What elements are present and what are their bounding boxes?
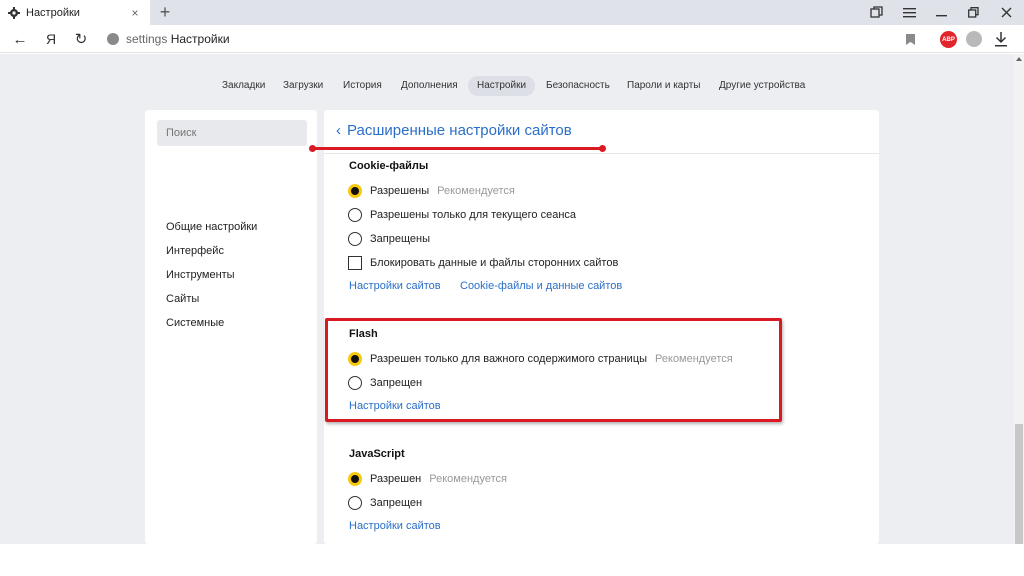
sidebar-item-interface[interactable]: Интерфейс	[166, 245, 224, 257]
nav-other-devices[interactable]: Другие устройства	[719, 76, 805, 96]
globe-icon[interactable]	[966, 31, 982, 47]
divider	[324, 153, 879, 154]
minimize-icon[interactable]	[925, 0, 957, 25]
annotation-dot	[599, 145, 606, 152]
page-title[interactable]: ‹ Расширенные настройки сайтов	[336, 122, 572, 139]
nav-addons[interactable]: Дополнения	[401, 76, 458, 96]
annotation-underline	[309, 145, 606, 152]
cookies-option-allowed[interactable]: Разрешены Рекомендуется	[348, 183, 515, 199]
restore-icon[interactable]	[957, 0, 989, 25]
nav-history[interactable]: История	[343, 76, 382, 96]
reload-button[interactable]: ↻	[70, 25, 92, 53]
option-label: Разрешен	[370, 473, 422, 485]
site-icon	[107, 33, 119, 45]
gear-icon	[7, 6, 20, 19]
annotation-dot	[309, 145, 316, 152]
menu-icon[interactable]	[893, 0, 925, 25]
adblock-plus-icon[interactable]: ABP	[940, 31, 957, 48]
javascript-option-allowed[interactable]: Разрешен Рекомендуется	[348, 471, 507, 487]
javascript-site-settings-link[interactable]: Настройки сайтов	[349, 520, 441, 532]
url-field[interactable]: settings Настройки	[126, 25, 230, 53]
radio-unchecked[interactable]	[348, 208, 362, 222]
tabs-overview-icon[interactable]	[860, 0, 892, 25]
option-label: Разрешены только для текущего сеанса	[370, 209, 577, 221]
cookies-site-settings-link[interactable]: Настройки сайтов	[349, 280, 441, 292]
scroll-thumb[interactable]	[1015, 424, 1023, 544]
nav-security[interactable]: Безопасность	[546, 76, 610, 96]
back-chevron-icon[interactable]: ‹	[336, 122, 341, 139]
tab-title: Настройки	[26, 6, 80, 19]
settings-sidebar: Общие настройки Интерфейс Инструменты Са…	[145, 110, 317, 544]
nav-downloads[interactable]: Загрузки	[283, 76, 323, 96]
address-bar: ← Я ↻ settings Настройки ABP	[0, 25, 1024, 53]
nav-bookmarks[interactable]: Закладки	[222, 76, 265, 96]
nav-passwords[interactable]: Пароли и карты	[627, 76, 700, 96]
sidebar-item-tools[interactable]: Инструменты	[166, 269, 235, 281]
settings-top-nav: Закладки Загрузки История Дополнения Нас…	[0, 74, 1014, 98]
bookmark-icon[interactable]	[906, 34, 915, 45]
option-label: Разрешены	[370, 185, 430, 197]
javascript-option-blocked[interactable]: Запрещен	[348, 495, 422, 511]
page-title-text: Расширенные настройки сайтов	[347, 122, 572, 139]
tab-strip: Настройки × +	[0, 0, 1024, 25]
vertical-scrollbar[interactable]	[1014, 54, 1024, 544]
nav-settings[interactable]: Настройки	[468, 76, 536, 96]
yandex-home-button[interactable]: Я	[40, 25, 62, 53]
search-input[interactable]	[157, 120, 307, 146]
new-tab-button[interactable]: +	[156, 2, 174, 22]
sidebar-item-general[interactable]: Общие настройки	[166, 221, 257, 233]
settings-page: Закладки Загрузки История Дополнения Нас…	[0, 54, 1014, 544]
sidebar-item-system[interactable]: Системные	[166, 317, 224, 329]
close-window-icon[interactable]	[990, 0, 1022, 25]
cookies-section-title: Cookie-файлы	[349, 160, 429, 172]
radio-unchecked[interactable]	[348, 232, 362, 246]
cookies-option-blocked[interactable]: Запрещены	[348, 231, 430, 247]
scroll-up-icon[interactable]	[1016, 57, 1022, 61]
cookies-option-session-only[interactable]: Разрешены только для текущего сеанса	[348, 207, 576, 223]
block-third-party-checkbox[interactable]: Блокировать данные и файлы сторонних сай…	[348, 255, 618, 271]
url-scheme: settings	[126, 32, 168, 46]
radio-checked[interactable]	[348, 472, 362, 486]
annotation-highlight-box	[325, 318, 782, 422]
recommended-hint: Рекомендуется	[437, 185, 515, 197]
recommended-hint: Рекомендуется	[429, 473, 507, 485]
back-button[interactable]: ←	[9, 25, 31, 53]
sidebar-item-sites[interactable]: Сайты	[166, 293, 199, 305]
download-icon[interactable]	[992, 29, 1010, 49]
radio-checked[interactable]	[348, 184, 362, 198]
option-label: Запрещены	[370, 233, 430, 245]
url-title: Настройки	[170, 32, 230, 46]
option-label: Запрещен	[370, 497, 423, 509]
tab-close-icon[interactable]: ×	[128, 6, 142, 20]
checkbox[interactable]	[348, 256, 362, 270]
javascript-section-title: JavaScript	[349, 448, 405, 460]
checkbox-label: Блокировать данные и файлы сторонних сай…	[370, 257, 619, 269]
tab-settings[interactable]: Настройки ×	[0, 0, 150, 25]
radio-unchecked[interactable]	[348, 496, 362, 510]
cookie-data-link[interactable]: Cookie-файлы и данные сайтов	[460, 280, 622, 292]
